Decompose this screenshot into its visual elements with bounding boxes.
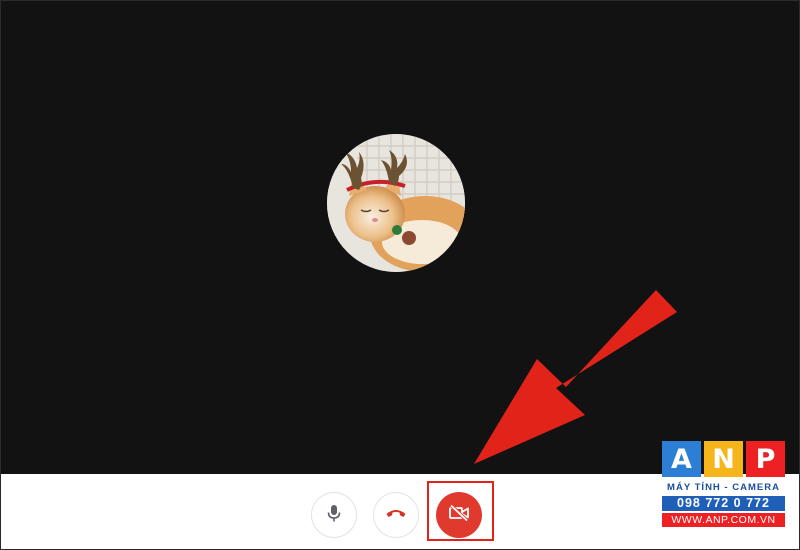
microphone-icon	[325, 503, 343, 528]
participant-avatar	[327, 134, 465, 272]
anp-watermark-logo: A N P MÁY TÍNH - CAMERA 098 772 0 772 WW…	[662, 441, 785, 527]
logo-letter-n: N	[704, 441, 743, 477]
phone-hangup-icon	[385, 506, 407, 524]
logo-letter-p: P	[746, 441, 785, 477]
logo-phone-number: 098 772 0 772	[662, 496, 785, 511]
logo-website: WWW.ANP.COM.VN	[662, 513, 785, 527]
end-call-button[interactable]	[373, 492, 419, 538]
microphone-button[interactable]	[311, 492, 357, 538]
logo-letter-a: A	[662, 441, 701, 477]
camera-button-highlight-box	[427, 481, 494, 541]
logo-tagline: MÁY TÍNH - CAMERA	[667, 482, 780, 493]
